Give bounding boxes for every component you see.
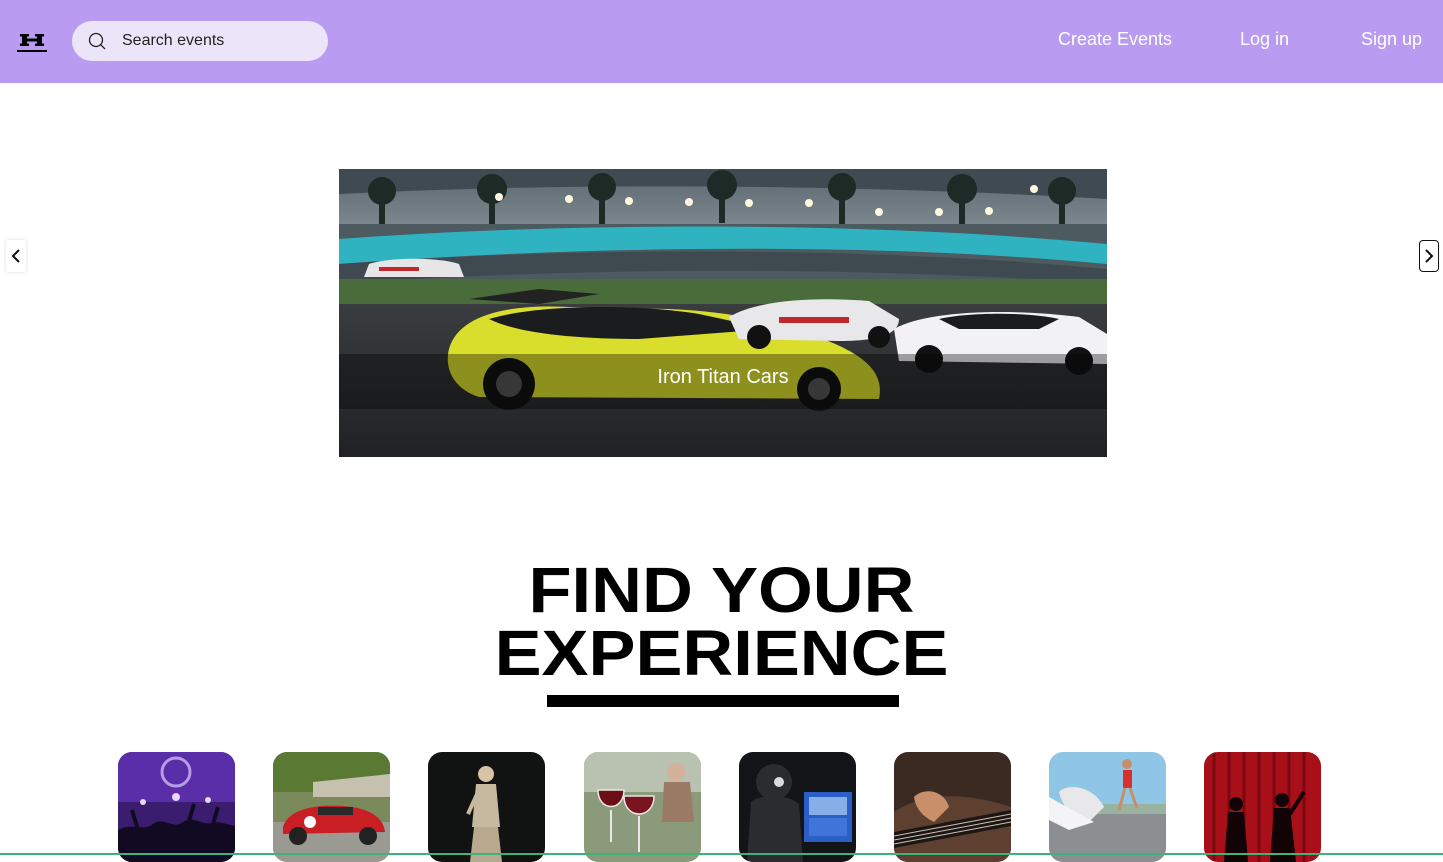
search-input[interactable]: [122, 21, 318, 61]
slide-caption: Iron Titan Cars: [657, 366, 789, 388]
carousel-slide[interactable]: Iron Titan Cars: [339, 169, 1107, 457]
category-card-fashion[interactable]: [428, 752, 545, 862]
wine-glasses-photo: [584, 752, 701, 862]
log-in-link[interactable]: Log in: [1240, 29, 1289, 50]
category-card-cars[interactable]: [273, 752, 390, 862]
create-events-link[interactable]: Create Events: [1058, 29, 1172, 50]
category-card-sports[interactable]: [1049, 752, 1166, 862]
carousel-prev-button[interactable]: [6, 240, 26, 272]
category-card-theatre[interactable]: [1204, 752, 1321, 862]
category-card-wine[interactable]: [584, 752, 701, 862]
carousel-next-button[interactable]: [1419, 240, 1439, 272]
section-title-line1: FIND YOUR: [528, 554, 915, 626]
sign-up-link[interactable]: Sign up: [1361, 29, 1422, 50]
running-race-photo: [1049, 752, 1166, 862]
fashion-runway-photo: [428, 752, 545, 862]
top-navigation-bar: Create Events Log in Sign up: [0, 0, 1443, 83]
guitar-player-photo: [894, 752, 1011, 862]
race-cars-on-track-photo: [339, 169, 1107, 457]
category-card-gaming[interactable]: [739, 752, 856, 862]
section-title-line2: EXPERIENCE: [494, 617, 949, 689]
chevron-left-icon: [11, 249, 20, 263]
title-underline: [547, 695, 899, 707]
dj-gaming-setup-photo: [739, 752, 856, 862]
h-logo-icon[interactable]: [16, 28, 48, 54]
theatre-stage-photo: [1204, 752, 1321, 862]
category-card-concert[interactable]: [118, 752, 235, 862]
search-icon[interactable]: [88, 32, 106, 50]
chevron-right-icon: [1425, 249, 1434, 263]
concert-crowd-photo: [118, 752, 235, 862]
search-bar: [72, 21, 328, 61]
category-card-music[interactable]: [894, 752, 1011, 862]
classic-race-car-photo: [273, 752, 390, 862]
